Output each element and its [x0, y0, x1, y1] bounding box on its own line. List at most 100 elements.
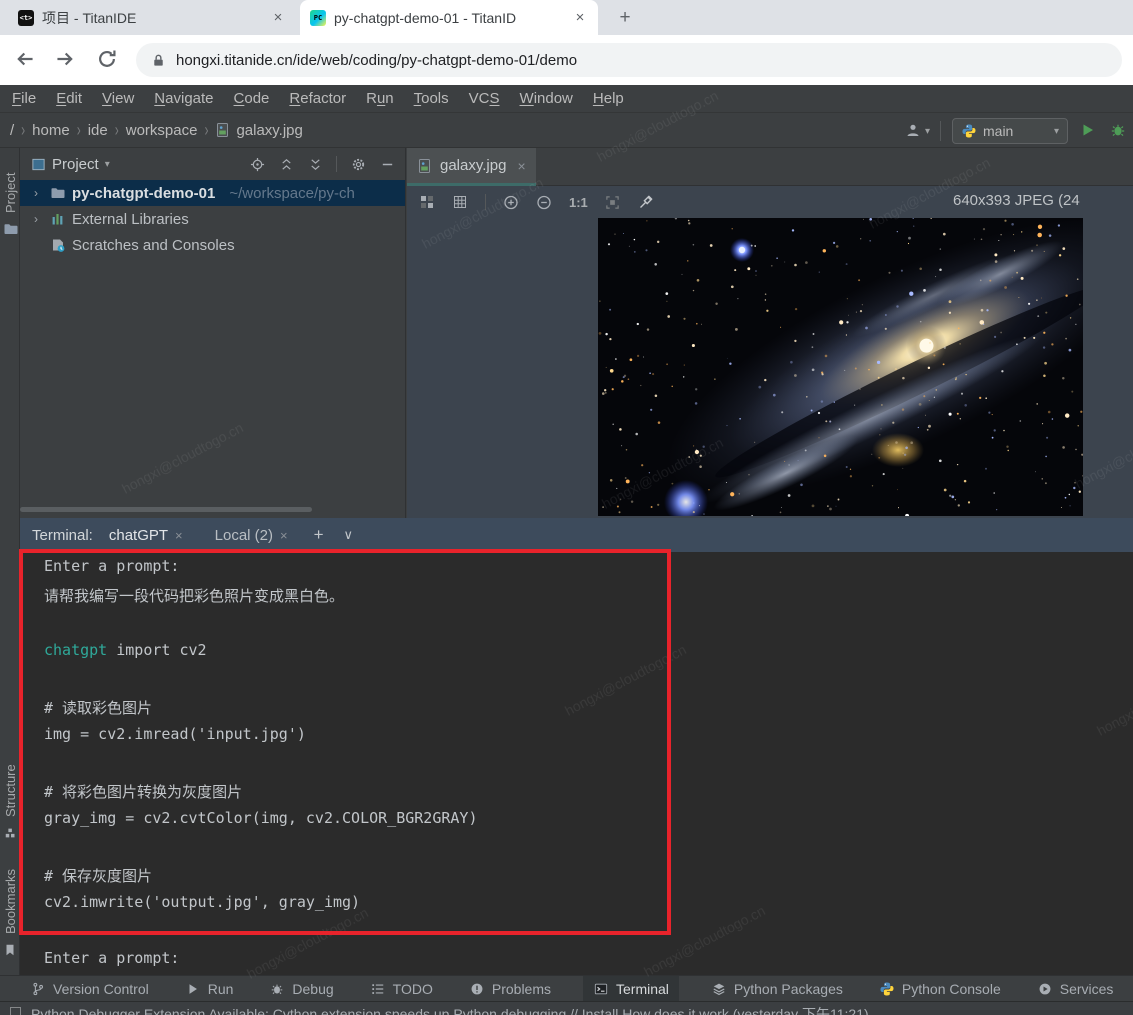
chevron-right-icon[interactable]: › [28, 186, 44, 200]
tool-window-button-problems[interactable]: Problems [465, 976, 555, 1002]
forward-icon[interactable] [54, 48, 78, 72]
python-icon [961, 123, 977, 139]
menu-item-view[interactable]: View [92, 90, 144, 107]
notification-text[interactable]: Python Debugger Extension Available: Cyt… [31, 1004, 869, 1015]
terminal-line: Enter a prompt: [44, 949, 180, 967]
toolbar-separator [940, 121, 941, 141]
tree-item[interactable]: › External Libraries [20, 206, 405, 232]
breadcrumb-item[interactable]: ide [88, 122, 108, 139]
new-terminal-icon[interactable]: + [304, 525, 334, 545]
tool-window-button-version-control[interactable]: Version Control [26, 976, 153, 1002]
expand-all-icon[interactable] [278, 156, 294, 172]
breadcrumb-item[interactable]: home [32, 122, 70, 139]
bug-icon [269, 981, 285, 997]
toolbar-separator [485, 194, 486, 210]
close-icon[interactable]: × [517, 158, 525, 174]
packages-icon [711, 981, 727, 997]
tree-item-label: Scratches and Consoles [72, 236, 235, 254]
grid-icon[interactable] [452, 194, 468, 210]
bookmark-icon [3, 943, 17, 957]
editor-tab-bar: galaxy.jpg × [407, 148, 1133, 186]
menu-item-refactor[interactable]: Refactor [279, 90, 356, 107]
folder-icon [50, 185, 66, 201]
menu-item-tools[interactable]: Tools [404, 90, 459, 107]
tool-window-button-terminal[interactable]: Terminal [583, 975, 679, 1002]
tool-window-label: Services [1059, 980, 1114, 997]
tree-item[interactable]: › py-chatgpt-demo-01 ~/workspace/py-ch [20, 180, 405, 206]
color-picker-icon[interactable] [638, 194, 654, 210]
menu-item-navigate[interactable]: Navigate [144, 90, 223, 107]
terminal-tab-local--2-[interactable]: Local (2) × [199, 518, 304, 552]
run-config-selector[interactable]: main ▾ [952, 118, 1068, 144]
tool-button-project[interactable]: Project [3, 173, 18, 213]
new-tab-button[interactable]: + [612, 5, 638, 31]
terminal-panel-label: Terminal: [32, 526, 93, 544]
terminal-tab-label: Local (2) [214, 526, 273, 544]
menu-item-run[interactable]: Run [356, 90, 404, 107]
chevron-right-icon[interactable]: › [28, 212, 44, 226]
browser-tab-strip: <t> 项目 - TitanIDE × PC py-chatgpt-demo-01 - … [0, 0, 1133, 35]
tool-button-bookmarks[interactable]: Bookmarks [3, 869, 18, 934]
project-panel-title[interactable]: Project [52, 156, 99, 173]
project-panel: Project ▾ › py-chatgpt-demo-01 ~/workspace… [20, 148, 406, 518]
close-icon[interactable]: × [270, 10, 286, 25]
horizontal-scrollbar[interactable] [20, 507, 312, 512]
settings-icon[interactable] [350, 156, 366, 172]
user-caret-icon[interactable]: ▾ [925, 126, 930, 137]
breadcrumb-item[interactable]: workspace [126, 122, 198, 139]
menu-item-edit[interactable]: Edit [46, 90, 92, 107]
lock-icon [150, 52, 166, 68]
menu-item-help[interactable]: Help [583, 90, 634, 107]
zoom-in-icon[interactable] [503, 194, 519, 210]
tool-window-button-python-console[interactable]: Python Console [875, 976, 1005, 1002]
zoom-out-icon[interactable] [536, 194, 552, 210]
breadcrumb-item[interactable]: galaxy.jpg [215, 122, 303, 139]
tool-window-label: Python Packages [733, 980, 843, 997]
close-icon[interactable]: × [572, 10, 588, 25]
editor-tab-galaxy[interactable]: galaxy.jpg × [407, 148, 536, 186]
tool-window-button-run[interactable]: Run [181, 976, 238, 1002]
terminal-line: # 读取彩色图片 [44, 699, 153, 717]
tool-window-button-services[interactable]: Services [1033, 976, 1118, 1002]
scratches-icon [50, 237, 66, 253]
panel-separator [336, 156, 337, 172]
tool-window-button-debug[interactable]: Debug [265, 976, 337, 1002]
close-icon[interactable]: × [175, 528, 183, 543]
browser-tab[interactable]: <t> 项目 - TitanIDE × [8, 0, 296, 35]
url-field[interactable]: hongxi.titanide.cn/ide/web/coding/py-cha… [136, 43, 1122, 77]
tree-item-label: py-chatgpt-demo-01 [72, 184, 216, 202]
url-text[interactable]: hongxi.titanide.cn/ide/web/coding/py-cha… [176, 52, 577, 69]
run-icon[interactable] [1080, 122, 1096, 138]
tree-item[interactable]: Scratches and Consoles [20, 232, 405, 258]
tool-window-button-todo[interactable]: TODO [366, 976, 437, 1002]
menu-item-vcs[interactable]: VCS [459, 90, 510, 107]
collapse-all-icon[interactable] [307, 156, 323, 172]
terminal-output[interactable]: Enter a prompt: 请帮我编写一段代码把彩色照片变成黑白色。 chatg… [20, 552, 1133, 975]
tool-window-bar: Version Control Run Debug TODO Problems Termi… [0, 975, 1133, 1002]
notification-line[interactable]: Python Debugger Extension Available: Cyt… [0, 1001, 1133, 1015]
breadcrumb-separator-icon: › [114, 119, 119, 141]
debug-icon[interactable] [1110, 122, 1126, 138]
user-icon[interactable] [905, 122, 921, 138]
tool-button-structure[interactable]: Structure [3, 764, 18, 817]
menu-item-window[interactable]: Window [510, 90, 583, 107]
tool-window-label: Run [207, 980, 234, 997]
fit-zoom-icon[interactable] [605, 194, 621, 210]
tool-window-button-python-packages[interactable]: Python Packages [707, 976, 847, 1002]
terminal-header: Terminal: chatGPT × Local (2) × + ∨ [20, 518, 1133, 552]
transparency-checker-icon[interactable] [419, 194, 435, 210]
refresh-icon[interactable] [96, 48, 120, 72]
menu-item-file[interactable]: File [2, 90, 46, 107]
terminal-tab-chatgpt[interactable]: chatGPT × [93, 518, 199, 552]
menu-item-code[interactable]: Code [224, 90, 280, 107]
terminal-dropdown-icon[interactable]: ∨ [334, 527, 364, 543]
terminal-line: # 保存灰度图片 [44, 867, 153, 885]
browser-tab[interactable]: PC py-chatgpt-demo-01 - TitanID × [300, 0, 598, 35]
close-icon[interactable]: × [280, 528, 288, 543]
chevron-down-icon[interactable]: ▾ [105, 159, 110, 170]
hide-icon[interactable] [379, 156, 395, 172]
locate-icon[interactable] [249, 156, 265, 172]
actual-size-button[interactable]: 1:1 [569, 195, 588, 210]
back-icon[interactable] [14, 48, 38, 72]
